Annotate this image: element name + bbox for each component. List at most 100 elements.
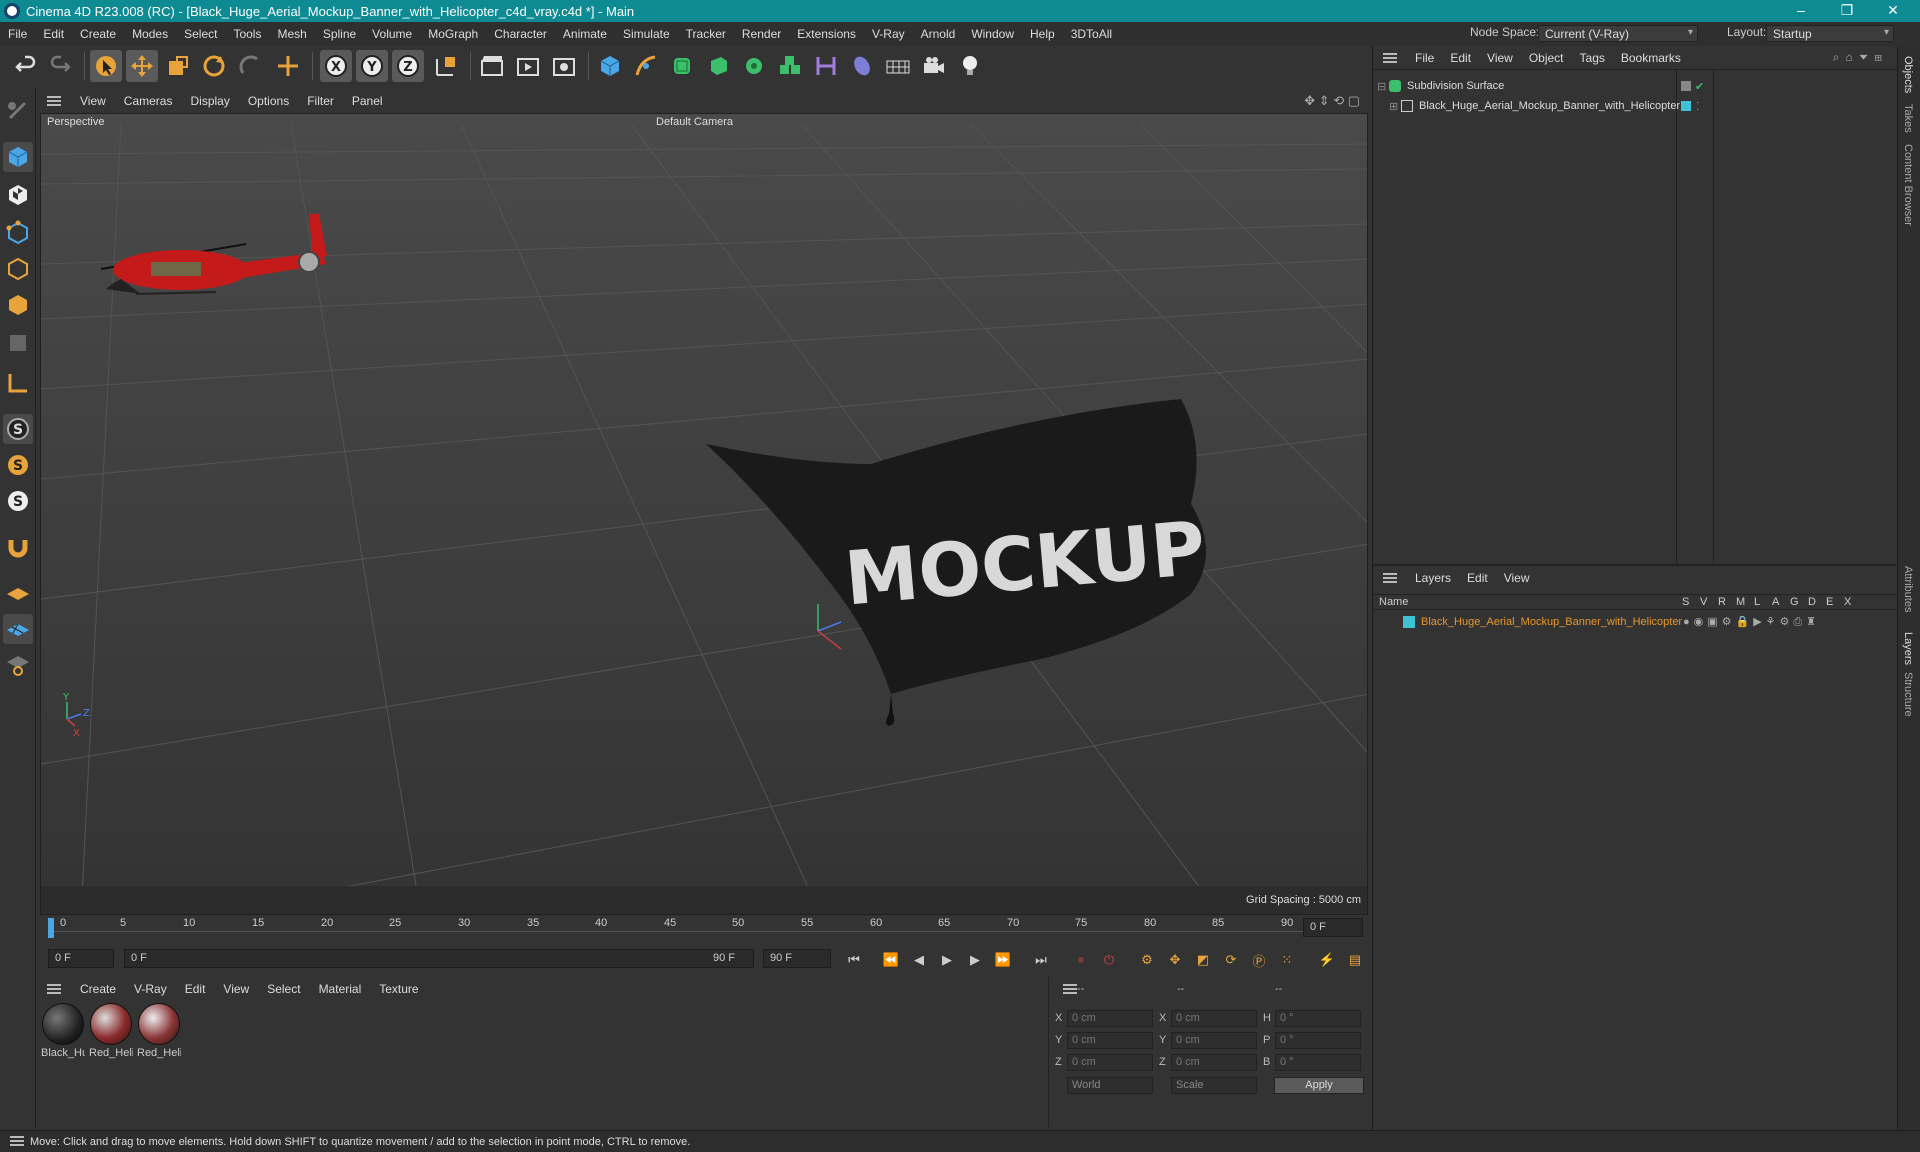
menu-edit[interactable]: Edit	[35, 27, 72, 41]
rotation-h-field[interactable]: 0 °	[1275, 1010, 1361, 1027]
mograph-cloner-button[interactable]	[738, 50, 770, 82]
object-row-subdivision[interactable]: ⊟ Subdivision Surface ✔	[1373, 77, 1897, 95]
menu-animate[interactable]: Animate	[555, 27, 615, 41]
maximize-button[interactable]: ❐	[1824, 0, 1870, 22]
snap-button[interactable]: S	[3, 414, 33, 444]
workplane-button[interactable]	[3, 578, 33, 608]
close-button[interactable]: ✕	[1870, 0, 1916, 22]
previous-frame-button[interactable]: ◀	[908, 949, 930, 971]
next-frame-button[interactable]: ▶	[964, 949, 986, 971]
tree-expander-icon[interactable]: ⊞	[1389, 100, 1399, 113]
extrude-button[interactable]	[702, 50, 734, 82]
tab-attributes[interactable]: Attributes	[1902, 566, 1914, 612]
menu-spline[interactable]: Spline	[315, 27, 364, 41]
status-hamburger-icon[interactable]	[10, 1136, 24, 1146]
timeline-playhead[interactable]	[48, 918, 54, 938]
render-view-button[interactable]	[476, 50, 508, 82]
floor-button[interactable]	[882, 50, 914, 82]
menu-arnold[interactable]: Arnold	[913, 27, 964, 41]
size-x-field[interactable]: 0 cm	[1171, 1010, 1257, 1027]
solo-button[interactable]	[3, 650, 33, 680]
parameter-key-button[interactable]: Ⓟ	[1248, 949, 1270, 971]
position-x-field[interactable]: 0 cm	[1067, 1010, 1153, 1027]
object-search-filter-icons[interactable]: ⌕⌂⏷⊞	[1833, 50, 1888, 65]
edge-mode-button[interactable]	[3, 254, 33, 284]
menu-tracker[interactable]: Tracker	[678, 27, 734, 41]
menu-render[interactable]: Render	[734, 27, 789, 41]
menu-modes[interactable]: Modes	[124, 27, 176, 41]
viewport-hamburger-icon[interactable]	[47, 95, 61, 106]
deformer-button[interactable]	[774, 50, 806, 82]
pen-spline-button[interactable]	[630, 50, 662, 82]
material-menu-vray[interactable]: V-Ray	[125, 982, 176, 996]
menu-simulate[interactable]: Simulate	[615, 27, 678, 41]
workplane-snap-button[interactable]: S	[3, 486, 33, 516]
snap-settings-button[interactable]: S	[3, 450, 33, 480]
visibility-dots-icon[interactable]: ⁚	[1696, 100, 1700, 113]
point-mode-button[interactable]	[3, 218, 33, 248]
menu-help[interactable]: Help	[1022, 27, 1063, 41]
y-axis-lock-button[interactable]: Y	[356, 50, 388, 82]
field-button[interactable]	[810, 50, 842, 82]
menu-mograph[interactable]: MoGraph	[420, 27, 486, 41]
menu-tools[interactable]: Tools	[225, 27, 269, 41]
camera-button[interactable]	[918, 50, 950, 82]
go-to-end-button[interactable]: ⏭	[1030, 949, 1052, 971]
material-hamburger-icon[interactable]	[47, 984, 61, 994]
recent-tool-button[interactable]	[234, 50, 266, 82]
end-frame-field[interactable]: 90 F	[763, 949, 831, 968]
play-button[interactable]: ▶	[936, 949, 958, 971]
subdivision-button[interactable]	[666, 50, 698, 82]
position-key-button[interactable]: ✥	[1164, 949, 1186, 971]
z-axis-lock-button[interactable]: Z	[392, 50, 424, 82]
object-menu-bookmarks[interactable]: Bookmarks	[1613, 51, 1689, 65]
layer-row[interactable]: Black_Huge_Aerial_Mockup_Banner_with_Hel…	[1373, 613, 1897, 631]
edit-tag-icon[interactable]	[1681, 81, 1691, 91]
menu-extensions[interactable]: Extensions	[789, 27, 864, 41]
menu-volume[interactable]: Volume	[364, 27, 420, 41]
scale-key-button[interactable]: ◩	[1192, 949, 1214, 971]
timeline-ruler[interactable]: 0 5 10 15 20 25 30 35 40 45 50 55 60 65 …	[40, 915, 1368, 941]
add-tool-button[interactable]	[272, 50, 304, 82]
minimize-button[interactable]: –	[1778, 0, 1824, 22]
rotation-p-field[interactable]: 0 °	[1275, 1032, 1361, 1049]
scene-button[interactable]	[846, 50, 878, 82]
uv-mode-button[interactable]	[3, 328, 33, 358]
select-tool-button[interactable]	[90, 50, 122, 82]
polygon-mode-button[interactable]	[3, 290, 33, 320]
layer-menu-view[interactable]: View	[1496, 571, 1538, 585]
tab-content-browser[interactable]: Content Browser	[1902, 144, 1914, 226]
layer-menu-layers[interactable]: Layers	[1407, 571, 1459, 585]
magnet-button[interactable]	[3, 532, 33, 562]
menu-vray[interactable]: V-Ray	[864, 27, 913, 41]
tree-expander-icon[interactable]: ⊟	[1377, 80, 1387, 93]
light-button[interactable]	[954, 50, 986, 82]
viewport-menu-panel[interactable]: Panel	[343, 94, 392, 108]
timeline-window-button[interactable]: ▤	[1344, 949, 1366, 971]
viewport-camera[interactable]: Default Camera	[656, 116, 733, 128]
point-level-key-button[interactable]: ⁙	[1276, 949, 1298, 971]
x-axis-lock-button[interactable]: X	[320, 50, 352, 82]
enabled-check-icon[interactable]: ✔	[1695, 80, 1704, 93]
rotation-b-field[interactable]: 0 °	[1275, 1054, 1361, 1071]
layer-color-swatch[interactable]	[1403, 616, 1415, 628]
viewport-menu-options[interactable]: Options	[239, 94, 298, 108]
3d-viewport[interactable]: MOCKUP Y Z X Perspective Default Camera …	[40, 113, 1368, 915]
material-menu-select[interactable]: Select	[258, 982, 309, 996]
material-menu-create[interactable]: Create	[71, 982, 125, 996]
scale-tool-button[interactable]	[162, 50, 194, 82]
coordinates-hamburger-icon[interactable]	[1063, 984, 1077, 994]
menu-mesh[interactable]: Mesh	[269, 27, 314, 41]
material-menu-view[interactable]: View	[214, 982, 258, 996]
tab-structure[interactable]: Structure	[1902, 672, 1914, 717]
coordinate-mode-dropdown[interactable]: World	[1067, 1077, 1153, 1094]
size-y-field[interactable]: 0 cm	[1171, 1032, 1257, 1049]
viewport-menu-filter[interactable]: Filter	[298, 94, 343, 108]
tab-layers[interactable]: Layers	[1902, 632, 1914, 665]
node-space-dropdown[interactable]: Current (V-Ray)	[1538, 25, 1698, 42]
go-to-start-button[interactable]: ⏮	[843, 949, 865, 971]
redo-button[interactable]	[44, 50, 76, 82]
layer-flag-icons[interactable]: ●◉▣⚙🔒▶⚘⚙⎙♜	[1683, 615, 1820, 629]
layout-dropdown[interactable]: Startup	[1766, 25, 1894, 42]
autokey-button[interactable]: ⏻	[1098, 949, 1120, 971]
